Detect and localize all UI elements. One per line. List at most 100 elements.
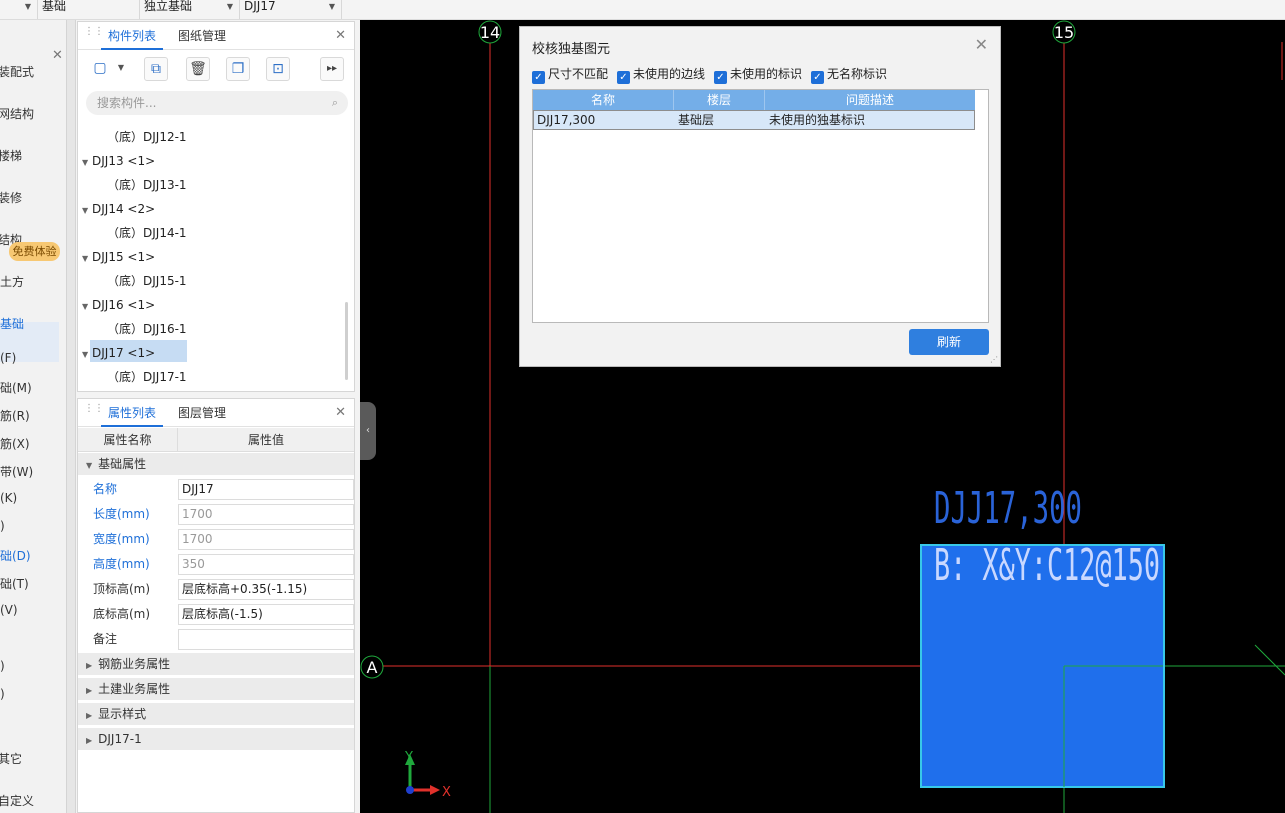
group-subcomponent[interactable]: ▶ DJJ17-1 xyxy=(78,728,354,751)
component-dropdown[interactable]: DJJ17 ▼ xyxy=(240,0,342,19)
chevron-down-icon[interactable]: ▼ xyxy=(82,296,92,318)
group-basic-properties[interactable]: ▼ 基础属性 xyxy=(78,453,354,476)
tree-group[interactable]: ▼ DJJ14 <2> xyxy=(82,198,155,220)
nav-subitem-blank3[interactable]: ) xyxy=(0,687,5,701)
nav-item-space-structure[interactable]: 网结构 xyxy=(0,105,34,122)
nav-item-other[interactable]: 其它 xyxy=(0,750,22,767)
nav-subitem-w[interactable]: 带(W) xyxy=(0,463,33,480)
component-search-input[interactable]: 搜索构件... ⌕ xyxy=(86,91,348,115)
column-header-floor[interactable]: 楼层 xyxy=(674,90,765,110)
tab-component-list[interactable]: 构件列表 xyxy=(101,22,163,50)
chevron-down-icon[interactable]: ▼ xyxy=(82,152,92,174)
tab-drawing-management[interactable]: 图纸管理 xyxy=(178,22,226,50)
footing-label-rebar[interactable]: B: X&Y:C12@150 xyxy=(934,540,1160,591)
more-icon[interactable]: ▸▸ xyxy=(320,57,344,81)
nav-item-decoration[interactable]: 装修 xyxy=(0,189,22,206)
checkbox-unnamed-labels[interactable]: ✓ 无名称标识 xyxy=(811,66,887,84)
tree-item[interactable]: （底）DJJ12-1 xyxy=(107,126,187,148)
dropdown-placeholder[interactable]: ▼ xyxy=(0,0,38,19)
nav-subitem-t[interactable]: 础(T) xyxy=(0,575,29,592)
nav-subitem-v[interactable]: (V) xyxy=(0,603,18,617)
tree-item[interactable]: （底）DJJ13-1 xyxy=(107,174,187,196)
chevron-down-icon[interactable]: ▼ xyxy=(82,344,92,366)
property-value-field[interactable]: DJJ17 xyxy=(178,479,354,500)
tree-item[interactable]: （底）DJJ15-1 xyxy=(107,270,187,292)
import-icon[interactable]: ⊡ xyxy=(266,57,290,81)
close-icon[interactable]: ✕ xyxy=(975,35,988,54)
tree-group[interactable]: ▼ DJJ16 <1> xyxy=(82,294,155,316)
chevron-down-icon[interactable]: ▼ xyxy=(114,57,128,81)
chevron-right-icon[interactable]: ▶ xyxy=(86,661,92,670)
nav-subitem-r[interactable]: 筋(R) xyxy=(0,407,30,424)
nav-item-prefab[interactable]: 装配式 xyxy=(0,63,34,80)
property-value-field[interactable]: 1700 xyxy=(178,529,354,550)
group-rebar-properties[interactable]: ▶ 钢筋业务属性 xyxy=(78,653,354,676)
copy-to-floor-icon[interactable]: ❐ xyxy=(226,57,250,81)
chevron-right-icon[interactable]: ▶ xyxy=(86,686,92,695)
nav-subitem-blank2[interactable]: ) xyxy=(0,659,5,673)
nav-item-stairs[interactable]: 楼梯 xyxy=(0,147,22,164)
tree-group-selected[interactable]: ▼ DJJ17 <1> xyxy=(82,342,155,364)
type-dropdown[interactable]: 独立基础 ▼ xyxy=(140,0,240,19)
checkbox-size-mismatch[interactable]: ✓ 尺寸不匹配 xyxy=(532,66,608,84)
column-header-description[interactable]: 问题描述 xyxy=(765,90,975,110)
tree-group-label: DJJ13 <1> xyxy=(92,154,156,168)
new-component-icon[interactable]: ▢ xyxy=(88,57,112,81)
chevron-down-icon[interactable]: ▼ xyxy=(82,200,92,222)
property-value-field[interactable]: 1700 xyxy=(178,504,354,525)
panel-splitter[interactable] xyxy=(66,20,76,813)
delete-icon[interactable]: 🗑 xyxy=(186,57,210,81)
nav-subitem-k[interactable]: (K) xyxy=(0,491,17,505)
close-icon[interactable]: ✕ xyxy=(335,405,346,420)
tree-group[interactable]: ▼ DJJ15 <1> xyxy=(82,246,155,268)
resize-grip-icon[interactable]: ⋰ xyxy=(990,355,998,364)
tree-group[interactable]: ▼ DJJ13 <1> xyxy=(82,150,155,172)
refresh-button[interactable]: 刷新 xyxy=(909,329,989,355)
free-trial-badge[interactable]: 免费体验 xyxy=(9,242,60,261)
nav-subitem-x[interactable]: 筋(X) xyxy=(0,435,30,452)
nav-item-earthwork[interactable]: 土方 xyxy=(0,273,24,290)
checkbox-checked-icon[interactable]: ✓ xyxy=(714,71,727,84)
chevron-down-icon[interactable]: ▼ xyxy=(86,461,92,470)
drag-handle-icon[interactable]: ⋮⋮ xyxy=(84,404,104,420)
copy-icon[interactable]: ⧉ xyxy=(144,57,168,81)
close-icon[interactable]: ✕ xyxy=(52,48,63,63)
nav-subitem-d[interactable]: 础(D) xyxy=(0,547,31,564)
close-icon[interactable]: ✕ xyxy=(335,28,346,43)
property-value-field[interactable]: 层底标高+0.35(-1.15) xyxy=(178,579,354,600)
checkbox-checked-icon[interactable]: ✓ xyxy=(811,71,824,84)
scrollbar[interactable] xyxy=(345,302,348,380)
checkbox-unused-edges[interactable]: ✓ 未使用的边线 xyxy=(617,66,705,84)
chevron-down-icon[interactable]: ▼ xyxy=(82,248,92,270)
column-header-name[interactable]: 名称 xyxy=(533,90,674,110)
property-name: 宽度(mm) xyxy=(93,532,150,546)
checkbox-unused-labels[interactable]: ✓ 未使用的标识 xyxy=(714,66,802,84)
category-dropdown[interactable]: 基础 xyxy=(38,0,140,19)
group-display-style[interactable]: ▶ 显示样式 xyxy=(78,703,354,726)
tree-item[interactable]: （底）DJJ16-1 xyxy=(107,318,187,340)
checkbox-checked-icon[interactable]: ✓ xyxy=(532,71,545,84)
tree-item[interactable]: （底）DJJ17-1 xyxy=(107,366,187,388)
chevron-right-icon[interactable]: ▶ xyxy=(86,711,92,720)
property-value-field[interactable]: 350 xyxy=(178,554,354,575)
nav-subitem-blank1[interactable]: ) xyxy=(0,519,5,533)
property-value-field[interactable]: 层底标高(-1.5) xyxy=(178,604,354,625)
drag-handle-icon[interactable]: ⋮⋮ xyxy=(84,27,104,43)
tab-property-list[interactable]: 属性列表 xyxy=(101,399,163,427)
property-row: 备注 xyxy=(78,627,354,652)
nav-item-custom[interactable]: 自定义 xyxy=(0,792,34,809)
nav-item-foundation[interactable]: 基础 xyxy=(0,315,24,332)
collapse-panel-handle[interactable]: ‹ xyxy=(360,402,376,460)
table-row[interactable]: DJJ17,300 基础层 未使用的独基标识 xyxy=(533,110,975,130)
tree-item[interactable]: （底）DJJ14-1 xyxy=(107,222,187,244)
property-value-field[interactable] xyxy=(178,629,354,650)
nav-subitem-m[interactable]: 础(M) xyxy=(0,379,32,396)
search-icon[interactable]: ⌕ xyxy=(332,91,338,115)
chevron-right-icon[interactable]: ▶ xyxy=(86,736,92,745)
footing-label-name[interactable]: DJJ17,300 xyxy=(934,483,1082,534)
checkbox-checked-icon[interactable]: ✓ xyxy=(617,71,630,84)
property-table-header: 属性名称 属性值 xyxy=(78,428,354,452)
nav-subitem-f[interactable]: (F) xyxy=(0,351,16,365)
group-civil-properties[interactable]: ▶ 土建业务属性 xyxy=(78,678,354,701)
tab-layer-management[interactable]: 图层管理 xyxy=(178,399,226,427)
